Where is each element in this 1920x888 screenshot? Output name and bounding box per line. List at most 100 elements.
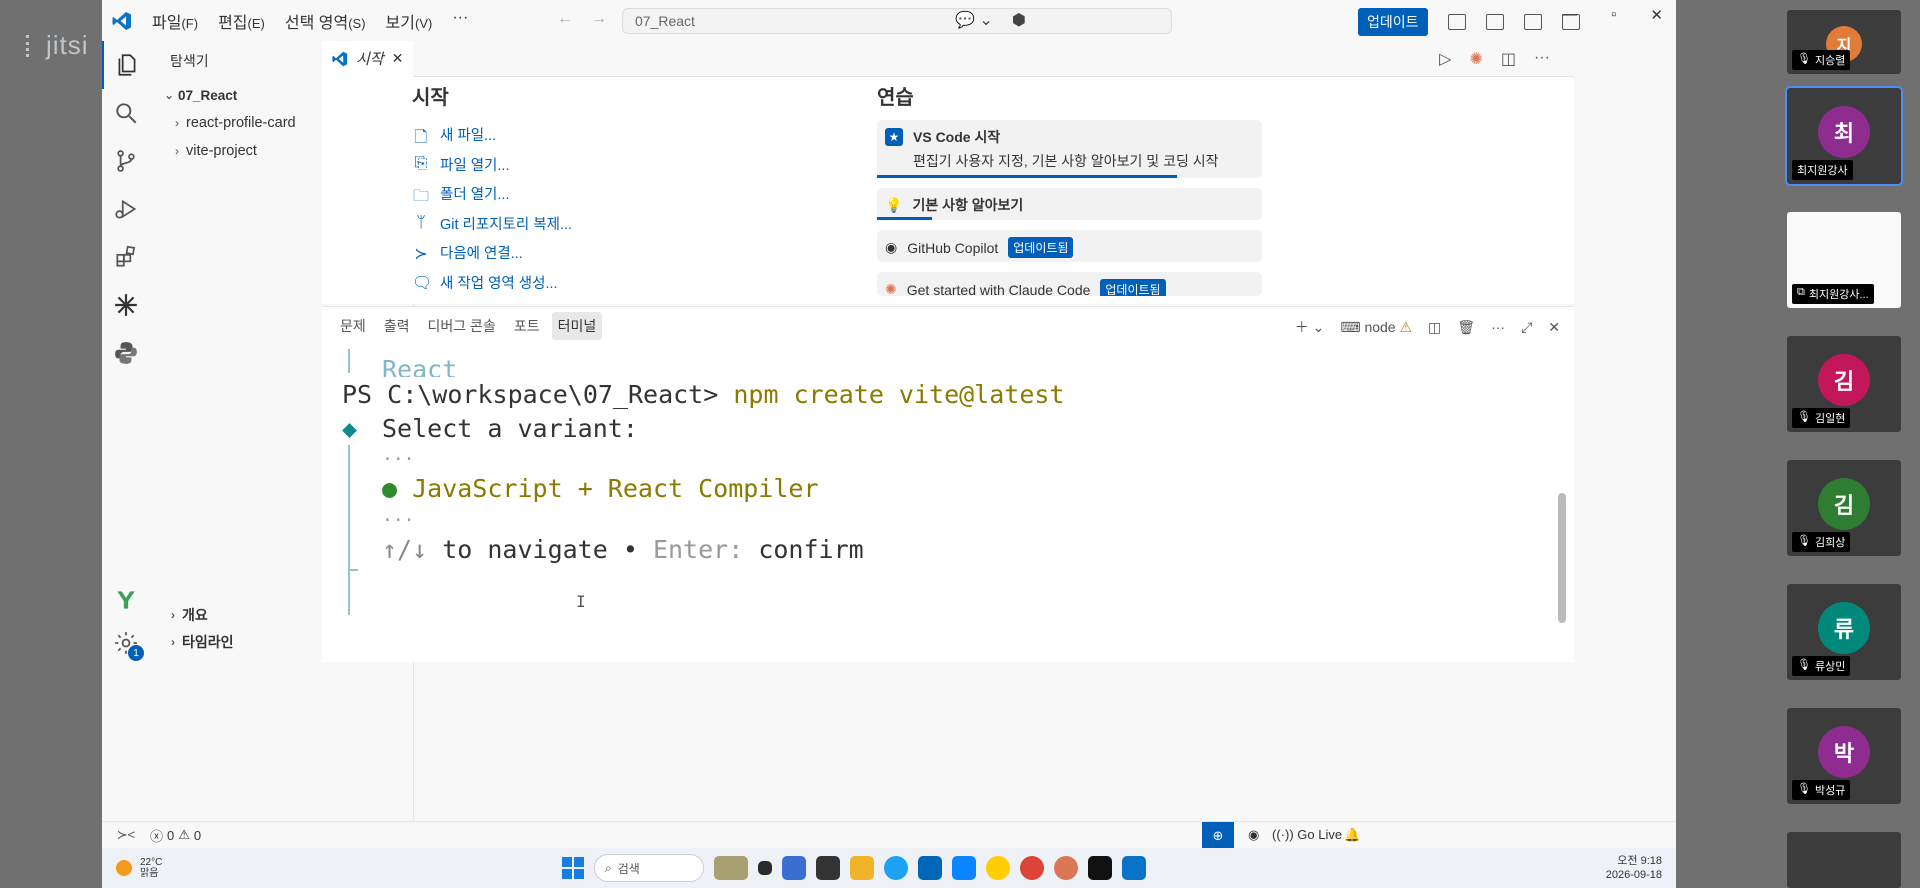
- extensions-icon[interactable]: [102, 233, 150, 281]
- tab-output[interactable]: 출력: [378, 312, 416, 340]
- participant-tile[interactable]: 류 🎙 류상민: [1787, 584, 1901, 680]
- menu-view[interactable]: 보기(V): [376, 9, 443, 33]
- terminal-instance[interactable]: ⌨ node ⚠: [1340, 319, 1412, 336]
- python-icon[interactable]: [102, 329, 150, 377]
- windows-start-icon[interactable]: [562, 857, 584, 879]
- close-panel-icon[interactable]: ✕: [1548, 319, 1560, 336]
- editor-more-icon[interactable]: ···: [1534, 49, 1550, 69]
- claude-code-icon[interactable]: ✺: [1469, 49, 1482, 69]
- settings-gear-icon[interactable]: 1: [102, 619, 150, 667]
- connect-to-link[interactable]: ≻ 다음에 연결...: [412, 238, 792, 268]
- app-icon-1[interactable]: [782, 856, 806, 880]
- terminal-output[interactable]: React PS C:\workspace\07_React> npm crea…: [342, 347, 1532, 657]
- update-button[interactable]: 업데이트: [1358, 8, 1428, 36]
- walkthrough-card-claude[interactable]: ✺ Get started with Claude Code 업데이트됨: [877, 272, 1262, 296]
- close-window-icon[interactable]: ✕: [1650, 6, 1663, 24]
- menu-file[interactable]: 파일(F): [142, 9, 208, 33]
- back-arrow-icon[interactable]: ←: [557, 10, 573, 28]
- app-icon-2[interactable]: [816, 856, 840, 880]
- maximize-panel-icon[interactable]: ⤢: [1521, 319, 1532, 336]
- notifications-bell-icon[interactable]: 🔔: [1344, 827, 1360, 843]
- accounts-shield-icon[interactable]: ⬢: [1012, 10, 1026, 30]
- participant-tile[interactable]: 김 🎙 김희상: [1787, 460, 1901, 556]
- weather-widget[interactable]: 22°C 맑음: [102, 857, 162, 879]
- new-terminal-icon[interactable]: ＋ ⌄: [1295, 317, 1325, 337]
- copilot-chat-icon[interactable]: 💬 ⌄: [955, 10, 993, 30]
- outlook-icon[interactable]: [952, 856, 976, 880]
- menu-more[interactable]: ···: [442, 9, 478, 33]
- task-view-icon[interactable]: [758, 861, 772, 875]
- participant-tile-partial[interactable]: [1787, 832, 1901, 888]
- participant-tile[interactable]: 최 최지원강사: [1785, 86, 1903, 186]
- taskbar-search[interactable]: ⌕ 검색: [594, 854, 704, 882]
- claude-icon[interactable]: [102, 281, 150, 329]
- walkthrough-card-basics[interactable]: 💡 기본 사항 알아보기: [877, 188, 1262, 220]
- participant-tile[interactable]: 박 🎙 박성규: [1787, 708, 1901, 804]
- chrome-icon[interactable]: [1020, 856, 1044, 880]
- participant-screenshare-tile[interactable]: ⧉ 최지원강사...: [1787, 212, 1901, 308]
- menu-selection[interactable]: 선택 영역(S): [275, 9, 376, 33]
- menu-edit[interactable]: 편집(E): [208, 9, 275, 33]
- tab-problems[interactable]: 문제: [334, 312, 372, 340]
- kill-terminal-icon[interactable]: 🗑: [1457, 319, 1475, 336]
- restore-icon[interactable]: ▫: [1611, 6, 1616, 24]
- split-editor-icon[interactable]: ◫: [1501, 49, 1516, 69]
- close-tab-icon[interactable]: ✕: [392, 50, 404, 67]
- tab-debug-console[interactable]: 디버그 콘솔: [422, 312, 502, 340]
- split-terminal-icon[interactable]: ◫: [1428, 319, 1441, 336]
- settings-badge: 1: [128, 645, 144, 661]
- participant-avatar: 박: [1818, 726, 1870, 778]
- yeoman-extension-icon[interactable]: [102, 576, 150, 624]
- toggle-primary-sidebar-icon[interactable]: [1447, 14, 1466, 30]
- bottom-panel: 문제 출력 디버그 콘솔 포트 터미널 ＋ ⌄ ⌨ node ⚠ ◫ 🗑 ···…: [322, 306, 1574, 662]
- copilot-status-icon[interactable]: ◉: [1248, 827, 1259, 843]
- system-clock[interactable]: 오전 9:18 2026-09-18: [1606, 854, 1662, 882]
- walkthrough-card-copilot[interactable]: ◉ GitHub Copilot 업데이트됨: [877, 230, 1262, 262]
- source-control-icon[interactable]: [102, 137, 150, 185]
- participant-tile[interactable]: 김 🎙 김일현: [1787, 336, 1901, 432]
- open-folder-link[interactable]: 🗀 폴더 열기...: [412, 179, 792, 209]
- new-workspace-link[interactable]: 🗨 새 작업 영역 생성...: [412, 268, 792, 298]
- run-icon[interactable]: ▷: [1439, 49, 1451, 69]
- go-live-button[interactable]: ((·)) Go Live: [1272, 827, 1342, 842]
- terminal-scrollbar[interactable]: [1558, 493, 1566, 623]
- walkthrough-card-vscode[interactable]: ★ VS Code 시작 편집기 사용자 지정, 기본 사항 알아보기 및 코딩 …: [877, 120, 1262, 178]
- copilot-icon: ◉: [885, 239, 898, 255]
- remote-indicator-icon[interactable]: ≻<: [102, 827, 150, 843]
- search-icon[interactable]: [102, 89, 150, 137]
- customize-layout-icon[interactable]: [1485, 14, 1504, 30]
- file-explorer-icon[interactable]: [850, 856, 874, 880]
- tab-terminal[interactable]: 터미널: [551, 312, 603, 340]
- new-file-link[interactable]: 🗋 새 파일...: [412, 120, 792, 150]
- weather-text: 맑음: [140, 868, 159, 879]
- edge-browser-icon[interactable]: [884, 856, 908, 880]
- notion-icon[interactable]: [1088, 856, 1112, 880]
- run-debug-icon[interactable]: [102, 185, 150, 233]
- widgets-icon[interactable]: [714, 856, 748, 880]
- sun-icon: [116, 860, 132, 876]
- prompt-guide-end: [348, 569, 358, 571]
- vscode-taskbar-icon[interactable]: [1122, 856, 1146, 880]
- new-workspace-label: 새 작업 영역 생성...: [440, 275, 558, 292]
- tab-welcome[interactable]: 시작 ✕: [322, 40, 414, 77]
- panel-more-icon[interactable]: ···: [1491, 319, 1505, 335]
- tab-ports[interactable]: 포트: [508, 312, 546, 340]
- claude-app-icon[interactable]: [1054, 856, 1078, 880]
- toggle-panel-icon[interactable]: [1523, 14, 1542, 30]
- open-folder-label: 폴더 열기...: [440, 187, 510, 204]
- card-title: GitHub Copilot: [907, 239, 999, 256]
- jitsi-logo-icon: [26, 35, 40, 57]
- command-center-search[interactable]: 07_React: [622, 8, 1172, 34]
- participant-tile[interactable]: 지 🎙 지승렬: [1787, 10, 1901, 74]
- clone-repo-link[interactable]: ᛘ Git 리포지토리 복제...: [412, 209, 792, 239]
- explorer-icon[interactable]: [102, 41, 150, 89]
- zoom-icon[interactable]: ⊕: [1202, 822, 1234, 849]
- selected-option-line[interactable]: ● JavaScript + React Compiler: [382, 474, 819, 503]
- start-section: 시작 🗋 새 파일... ⎘ 파일 열기... 🗀 폴더 열기... ᛘ Git 리포지…: [412, 81, 792, 323]
- store-icon[interactable]: [918, 856, 942, 880]
- problems-indicator[interactable]: ⓧ 0 ⚠ 0: [150, 826, 201, 845]
- minimize-icon[interactable]: —: [1562, 6, 1577, 24]
- forward-arrow-icon[interactable]: →: [591, 10, 607, 28]
- app-icon-3[interactable]: [986, 856, 1010, 880]
- open-file-link[interactable]: ⎘ 파일 열기...: [412, 150, 792, 180]
